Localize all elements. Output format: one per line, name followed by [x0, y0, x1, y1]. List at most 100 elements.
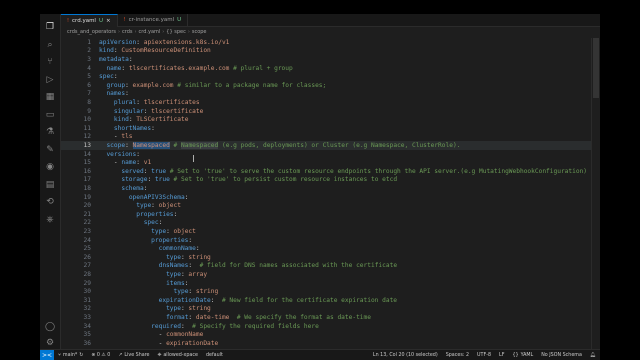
code-line[interactable]: 21 properties:: [61, 210, 592, 219]
code-line[interactable]: 14 versions:: [61, 150, 592, 159]
code-token: TLSCertificate: [136, 116, 189, 124]
code-line[interactable]: 36 - expirationDate: [61, 339, 592, 348]
problems-status[interactable]: ⊗ 0 ⚠ 0: [87, 353, 114, 358]
code-line[interactable]: 3 metadata:: [61, 55, 592, 64]
tab-crd-yaml[interactable]: ! crd.yaml U ×: [61, 14, 118, 27]
code-line[interactable]: 34 required: # Specify the required fiel…: [61, 322, 592, 331]
code-line[interactable]: 17 storage: true # Set to 'true' to pers…: [61, 176, 592, 185]
namespace-status[interactable]: default: [202, 353, 227, 358]
explorer-icon[interactable]: ❐: [43, 20, 57, 34]
code-line[interactable]: 26 type: string: [61, 253, 592, 262]
code-line[interactable]: 4 name: tlscertificates.example.com # pl…: [61, 64, 592, 73]
breadcrumb-item[interactable]: scope: [192, 29, 207, 35]
code-line[interactable]: 30 type: string: [61, 287, 592, 296]
code-text: - tls: [99, 133, 133, 140]
code-line[interactable]: 20 type: object: [61, 201, 592, 210]
code-line[interactable]: 12 - tls: [61, 133, 592, 142]
indentation[interactable]: Spaces: 2: [442, 353, 473, 358]
code-text: names:: [99, 90, 128, 97]
cursor-position[interactable]: Ln 13, Col 20 (10 selected): [369, 353, 442, 358]
code-line[interactable]: 29 items:: [61, 279, 592, 288]
code-line[interactable]: 13 scope: Namespaced # Namespaced (e.g p…: [61, 141, 592, 150]
code-text: properties:: [99, 211, 177, 218]
extensions-icon[interactable]: ▦: [43, 90, 57, 104]
docker-icon[interactable]: ▤: [43, 178, 57, 192]
code-line[interactable]: 19 openAPIV3Schema:: [61, 193, 592, 202]
workspace-icon: ⎈: [157, 353, 162, 358]
code-line[interactable]: 18 schema:: [61, 184, 592, 193]
source-control-icon[interactable]: ⑂: [43, 55, 57, 69]
encoding[interactable]: UTF-8: [473, 353, 495, 358]
editor-scrollbar[interactable]: [591, 38, 600, 350]
code-text: format: date-time # We specify the forma…: [99, 314, 371, 321]
code-line[interactable]: 7 names:: [61, 90, 592, 99]
code-text: - expirationDate: [99, 340, 219, 347]
code-line[interactable]: 11 shortNames:: [61, 124, 592, 133]
tools-icon[interactable]: ✎: [43, 143, 57, 157]
code-token: type: [151, 227, 167, 235]
code-line[interactable]: 31 expirationDate: # New field for the c…: [61, 296, 592, 305]
code-line[interactable]: 16 served: true # Set to 'true' to serve…: [61, 167, 592, 176]
account-icon[interactable]: ◯: [43, 320, 57, 334]
remote-indicator[interactable]: ><: [40, 350, 54, 360]
line-number: 36: [83, 339, 91, 347]
code-line[interactable]: 23 type: object: [61, 227, 592, 236]
git-graph-icon[interactable]: ⟲: [43, 195, 57, 209]
branch-status[interactable]: ⑂ main* ↻: [54, 352, 87, 359]
remote-explorer-icon[interactable]: ▭: [43, 108, 57, 122]
breadcrumb-item[interactable]: crds: [122, 29, 133, 35]
code-text: plural: tlscertificates: [99, 99, 200, 106]
testing-icon[interactable]: ⚗: [43, 125, 57, 139]
line-number: 3: [87, 55, 91, 63]
sync-icon: ↻: [79, 352, 84, 358]
breadcrumb-item[interactable]: {} spec: [166, 29, 186, 35]
run-debug-icon[interactable]: ▷: [43, 73, 57, 87]
chrome-icon[interactable]: ◉: [43, 160, 57, 174]
breadcrumb-item[interactable]: crds_and_operators: [67, 29, 116, 35]
workspace-status[interactable]: ⎈ allowed-xpace: [154, 352, 202, 359]
tab-cr-instance-yaml[interactable]: ! cr-instance.yaml U: [118, 14, 189, 26]
breadcrumb-item[interactable]: crd.yaml: [139, 29, 161, 35]
code-line[interactable]: 27 dnsNames: # field for DNS names assoc…: [61, 262, 592, 271]
search-icon[interactable]: ⌕: [43, 38, 57, 52]
live-share-status[interactable]: ↗ Live Share: [114, 353, 153, 358]
code-line[interactable]: 33 format: date-time # We specify the fo…: [61, 313, 592, 322]
code-line[interactable]: 25 commonName:: [61, 244, 592, 253]
code-line[interactable]: 6 group: example.com # similar to a pack…: [61, 81, 592, 90]
code-line[interactable]: 22 spec:: [61, 219, 592, 228]
kubernetes-icon[interactable]: ⎈: [43, 213, 57, 227]
end-of-line[interactable]: LF: [495, 353, 508, 358]
code-line[interactable]: 1 apiVersion: apiextensions.k8s.io/v1: [61, 38, 592, 47]
code-line[interactable]: 10 kind: TLSCertificate: [61, 115, 592, 124]
json-schema-status[interactable]: No JSON Schema: [537, 353, 586, 358]
code-line[interactable]: 24 properties:: [61, 236, 592, 245]
code-text: spec:: [99, 73, 118, 80]
settings-icon[interactable]: ⚙: [43, 336, 57, 350]
code-token: tlscertificates.example.com: [128, 64, 234, 72]
code-text: type: object: [99, 202, 181, 209]
code-token: expirationDate: [158, 296, 211, 304]
language-mode[interactable]: {} YAML: [508, 353, 537, 358]
scrollbar-thumb[interactable]: [593, 38, 599, 98]
code-token: Namespaced: [132, 141, 170, 149]
code-line[interactable]: 32 type: string: [61, 305, 592, 314]
code-token: v1: [143, 159, 152, 167]
code-line[interactable]: 2 kind: CustomResourceDefinition: [61, 47, 592, 56]
code-line[interactable]: 15 - name: v1: [61, 158, 592, 167]
code-line[interactable]: 5 spec:: [61, 72, 592, 81]
code-editor[interactable]: 1 apiVersion: apiextensions.k8s.io/v1 2 kin…: [61, 38, 592, 350]
breadcrumb: crds_and_operators › crds › crd.yaml › {} s…: [67, 29, 207, 35]
code-line[interactable]: 9 singular: tlscertificate: [61, 107, 592, 116]
code-line[interactable]: 35 - commonName: [61, 330, 592, 339]
notifications-icon[interactable]: 🔔︎: [586, 353, 600, 358]
code-token: # Set to 'true' to persist custom resour…: [173, 176, 398, 184]
code-line[interactable]: 8 plural: tlscertificates: [61, 98, 592, 107]
code-line[interactable]: 28 type: array: [61, 270, 592, 279]
code-token: :: [136, 150, 140, 158]
close-icon[interactable]: ×: [106, 18, 111, 24]
